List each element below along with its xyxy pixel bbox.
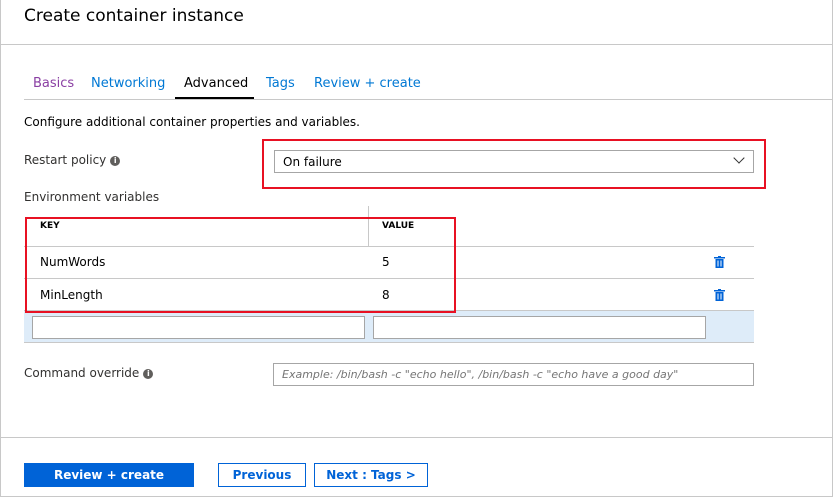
next-tags-button[interactable]: Next : Tags > xyxy=(314,463,428,487)
restart-policy-dropdown[interactable]: On failure xyxy=(274,150,754,173)
tab-advanced[interactable]: Advanced xyxy=(184,76,248,91)
description: Configure additional container propertie… xyxy=(24,115,360,129)
tab-bar-divider xyxy=(24,99,833,100)
new-value-input[interactable] xyxy=(373,316,706,339)
previous-button[interactable]: Previous xyxy=(218,463,306,487)
new-key-input[interactable] xyxy=(32,316,365,339)
review-create-button[interactable]: Review + create xyxy=(24,463,194,487)
restart-policy-text: Restart policy xyxy=(24,153,107,167)
restart-policy-label: Restart policy i xyxy=(24,153,121,167)
info-icon[interactable]: i xyxy=(110,155,121,166)
tab-review-create[interactable]: Review + create xyxy=(314,76,421,91)
page-title: Create container instance xyxy=(24,6,244,26)
chevron-down-icon xyxy=(733,152,745,164)
tab-tags[interactable]: Tags xyxy=(266,76,295,91)
tab-basics[interactable]: Basics xyxy=(33,76,74,91)
env-vars-label: Environment variables xyxy=(24,190,160,204)
active-tab-indicator xyxy=(175,97,254,99)
footer-divider xyxy=(0,437,833,438)
command-override-label: Command override i xyxy=(24,366,154,380)
highlight-box-env xyxy=(25,217,456,313)
command-override-text: Command override xyxy=(24,366,140,380)
trash-icon[interactable] xyxy=(714,289,725,301)
trash-icon[interactable] xyxy=(714,256,725,268)
info-icon[interactable]: i xyxy=(143,368,154,379)
command-override-input[interactable] xyxy=(273,363,754,386)
header-divider xyxy=(0,44,833,45)
restart-policy-value: On failure xyxy=(283,155,342,169)
tab-networking[interactable]: Networking xyxy=(91,76,165,91)
